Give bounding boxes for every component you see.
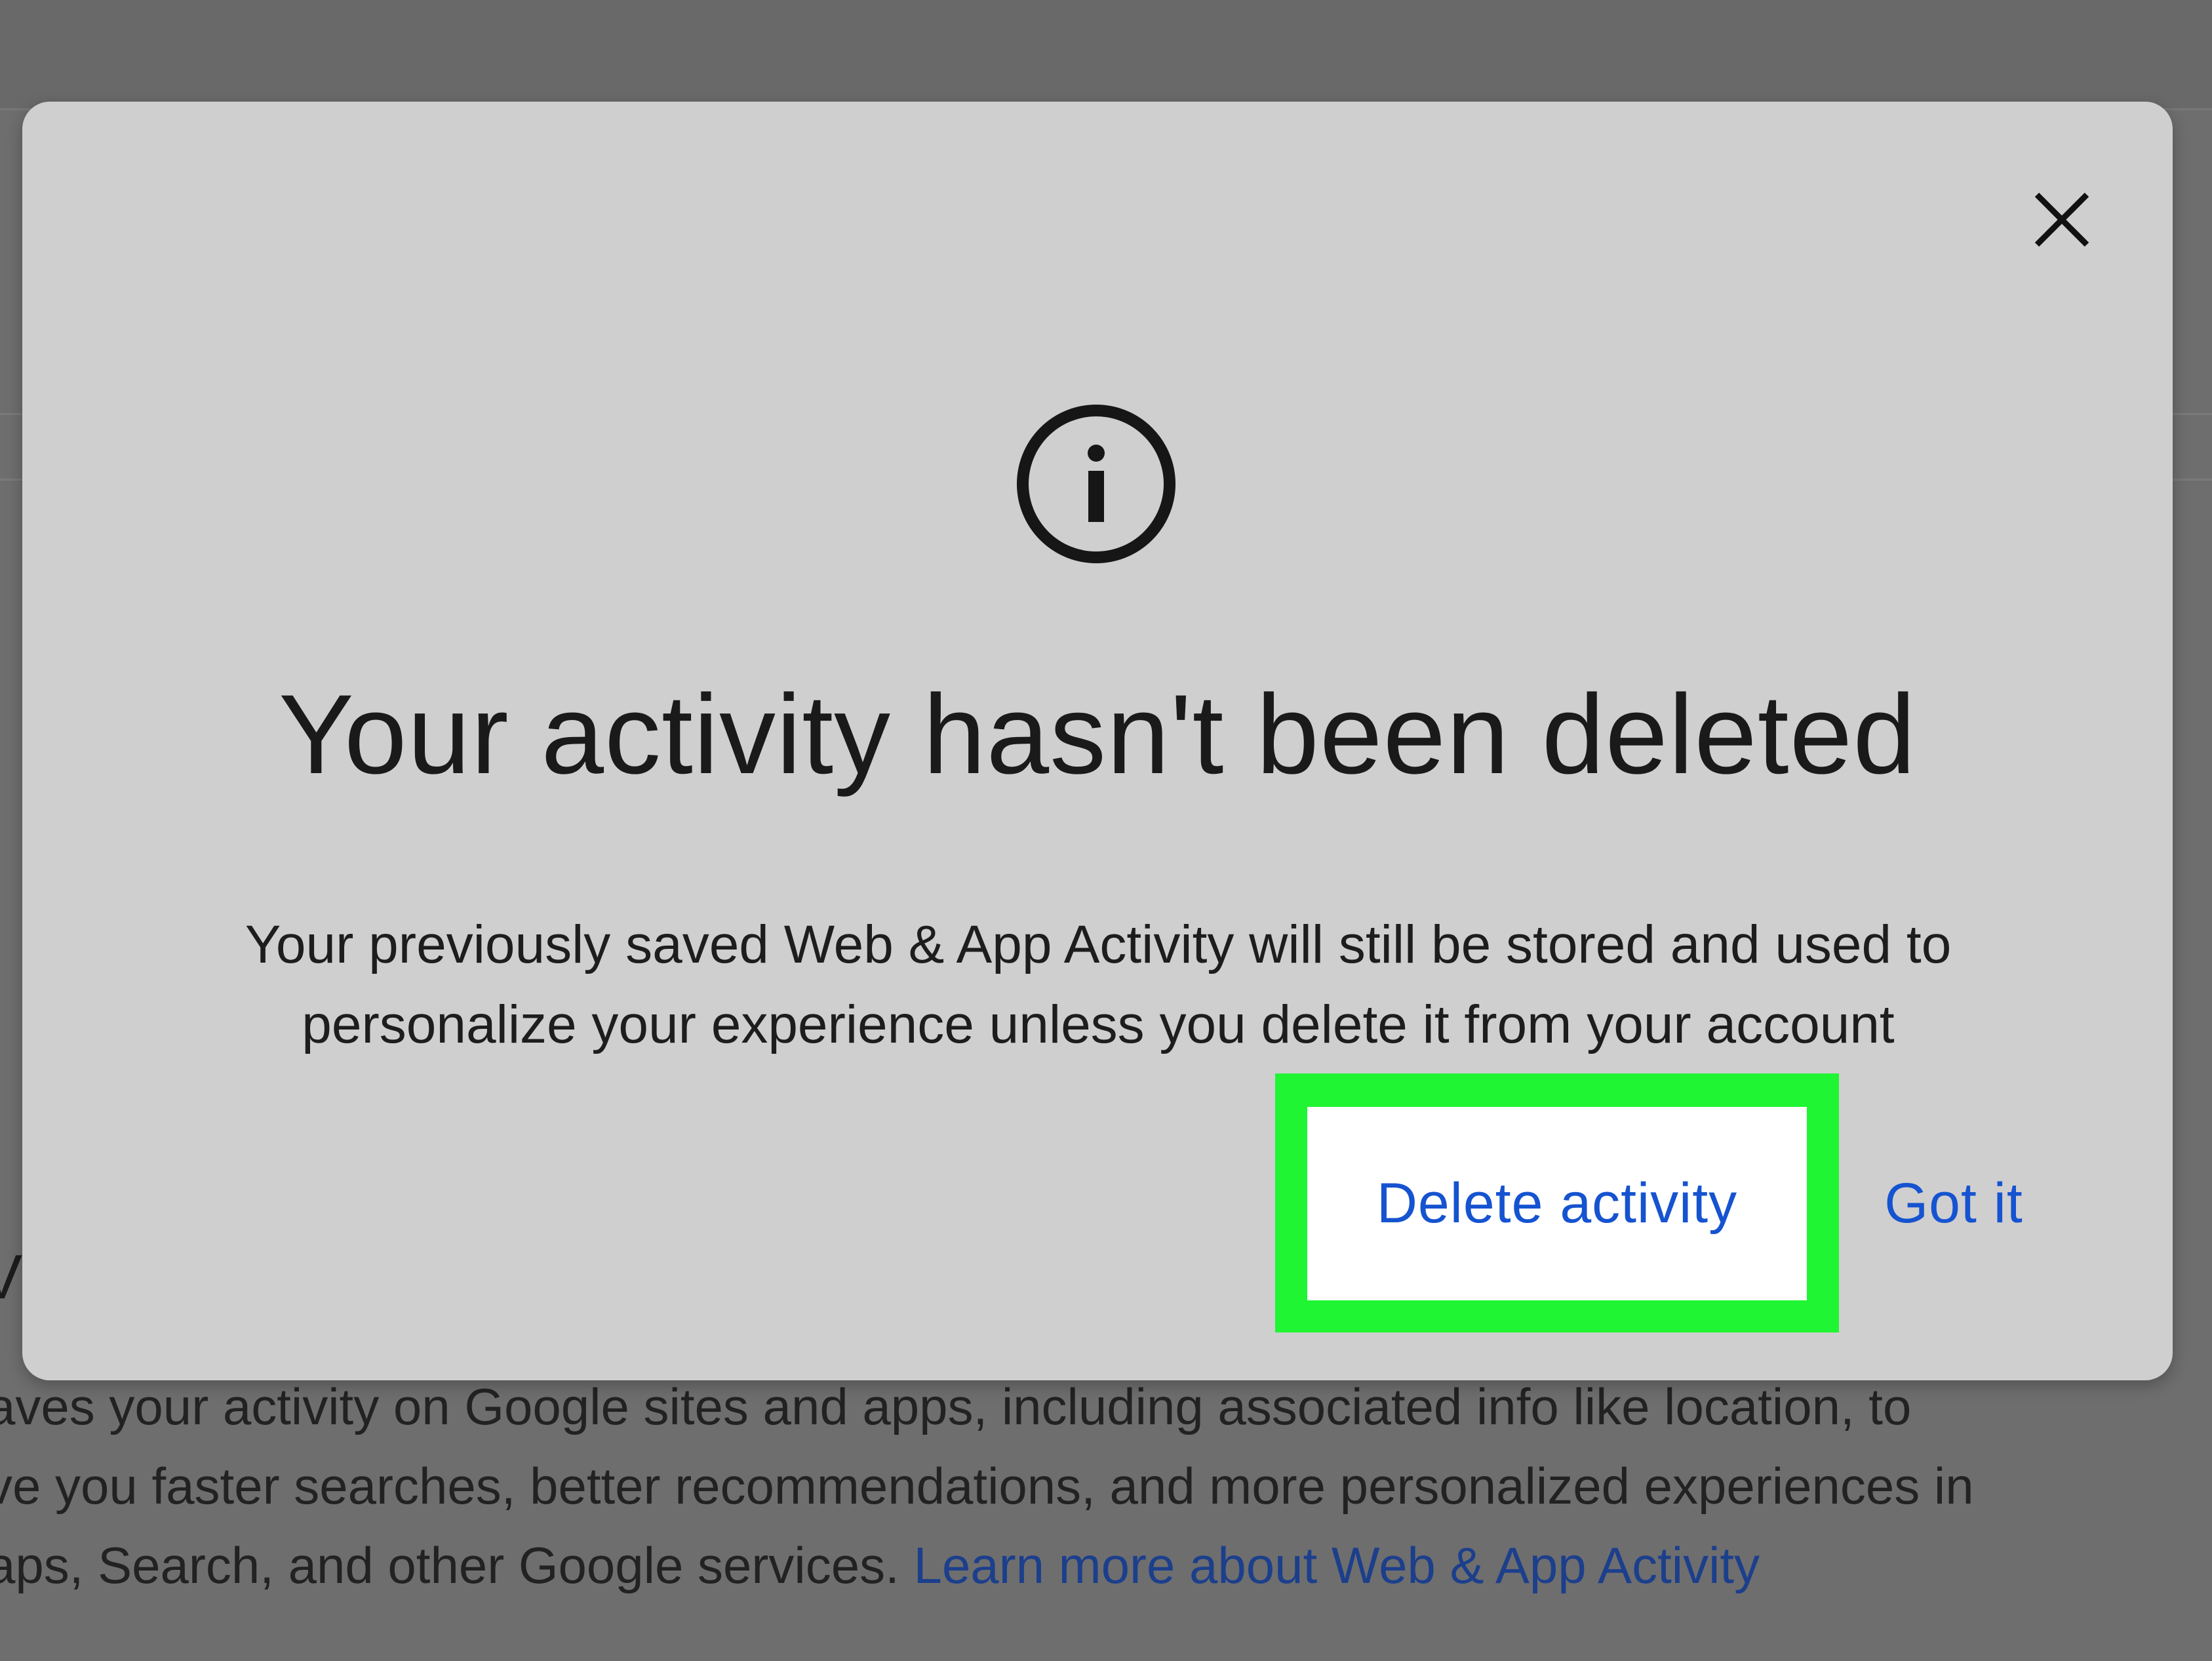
- background-description: aves your activity on Google sites and a…: [0, 1367, 2212, 1605]
- dialog-title: Your activity hasn't been deleted: [279, 671, 1916, 797]
- dialog-message-line: Your previously saved Web & App Activity…: [245, 915, 1952, 974]
- learn-more-link[interactable]: Learn more about Web & App Activity: [913, 1536, 1760, 1594]
- background-description-line: aps, Search, and other Google services. …: [0, 1526, 2212, 1605]
- got-it-button[interactable]: Got it: [1855, 1154, 2052, 1252]
- close-icon: [2034, 192, 2089, 247]
- info-icon: [1014, 402, 1178, 566]
- dialog-message-line: personalize your experience unless you d…: [302, 995, 1895, 1054]
- delete-activity-button[interactable]: Delete activity: [1307, 1107, 1807, 1300]
- close-button[interactable]: [2006, 164, 2118, 275]
- dialog-message: Your previously saved Web & App Activity…: [131, 905, 2065, 1065]
- background-description-line: ve you faster searches, better recommend…: [0, 1457, 1974, 1515]
- background-description-text: aps, Search, and other Google services.: [0, 1536, 914, 1594]
- background-heading: V: [0, 1242, 23, 1312]
- background-header: [0, 0, 2212, 110]
